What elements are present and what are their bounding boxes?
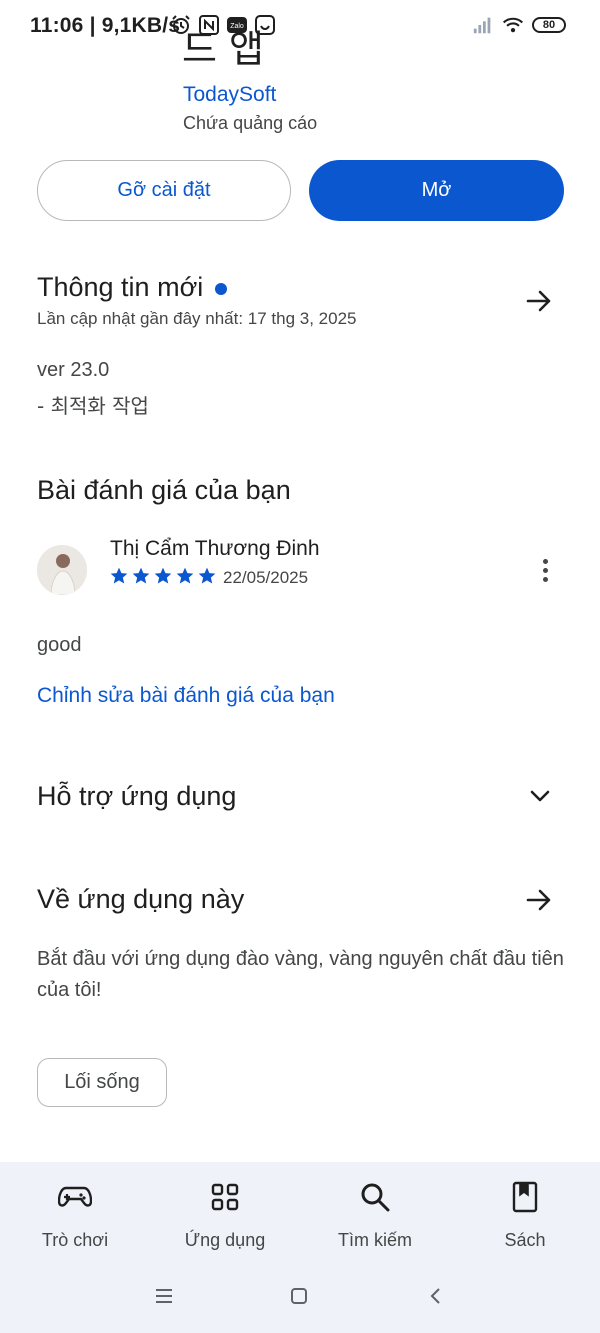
star-icon — [154, 567, 172, 584]
last-updated: Lần cập nhật gần đây nhất: 17 thg 3, 202… — [37, 309, 357, 328]
star-icon — [176, 567, 194, 584]
contains-ads-note: Chứa quảng cáo — [183, 113, 318, 133]
nav-games[interactable]: Trò chơi — [10, 1162, 140, 1262]
recents-menu-icon[interactable] — [150, 1282, 178, 1310]
star-icon — [198, 567, 216, 584]
reviewer-name: Thị Cẩm Thương Đinh — [110, 537, 320, 560]
star-icon — [132, 567, 150, 584]
version-text: ver 23.0 — [37, 359, 110, 381]
chevron-down-icon[interactable] — [525, 781, 555, 811]
open-button[interactable]: Mở — [309, 160, 564, 221]
new-indicator-dot — [215, 283, 227, 295]
nav-apps[interactable]: Ứng dụng — [160, 1162, 290, 1262]
search-icon — [358, 1180, 392, 1214]
status-time: 11:06 | 9,1KB/s — [30, 14, 181, 37]
release-notes: - 최적화 작업 — [37, 394, 149, 418]
book-icon — [508, 1180, 542, 1214]
your-review-title: Bài đánh giá của bạn — [37, 475, 291, 505]
back-icon[interactable] — [422, 1282, 450, 1310]
review-date: 22/05/2025 — [223, 568, 309, 587]
about-app-title[interactable]: Về ứng dụng này — [37, 884, 244, 915]
whats-new-title[interactable]: Thông tin mới — [37, 272, 203, 303]
nav-search[interactable]: Tìm kiếm — [310, 1162, 440, 1262]
nav-label: Trò chơi — [41, 1230, 109, 1250]
nav-books[interactable]: Sách — [460, 1162, 590, 1262]
rating-stars — [109, 566, 217, 586]
status-icons-right: 80 — [472, 14, 566, 36]
system-navigation-bar — [0, 1270, 600, 1320]
developer-link[interactable]: TodaySoft — [183, 83, 276, 107]
nav-label: Sách — [504, 1230, 546, 1250]
home-icon[interactable] — [285, 1282, 313, 1310]
app-support-title[interactable]: Hỗ trợ ứng dụng — [37, 781, 236, 812]
wifi-icon — [502, 14, 524, 36]
about-arrow-icon[interactable] — [524, 885, 554, 915]
nav-label: Ứng dụng — [184, 1230, 266, 1250]
uninstall-button[interactable]: Gỡ cài đặt — [37, 160, 291, 221]
whats-new-arrow-icon[interactable] — [524, 286, 554, 316]
category-chip[interactable]: Lối sống — [37, 1058, 167, 1107]
edit-review-link[interactable]: Chỉnh sửa bài đánh giá của bạn — [37, 684, 335, 708]
battery-icon: 80 — [532, 17, 566, 33]
gamepad-icon — [58, 1180, 92, 1214]
review-more-options-icon[interactable] — [530, 555, 560, 585]
app-description: Bắt đầu với ứng dụng đào vàng, vàng nguy… — [37, 948, 564, 1001]
apps-grid-icon — [208, 1180, 242, 1214]
signal-icon — [472, 14, 494, 36]
reviewer-avatar — [37, 545, 87, 595]
review-text: good — [37, 634, 82, 656]
star-icon — [110, 567, 128, 584]
nav-label: Tìm kiếm — [338, 1230, 412, 1250]
app-name-partial: 드 앱 — [182, 28, 264, 71]
